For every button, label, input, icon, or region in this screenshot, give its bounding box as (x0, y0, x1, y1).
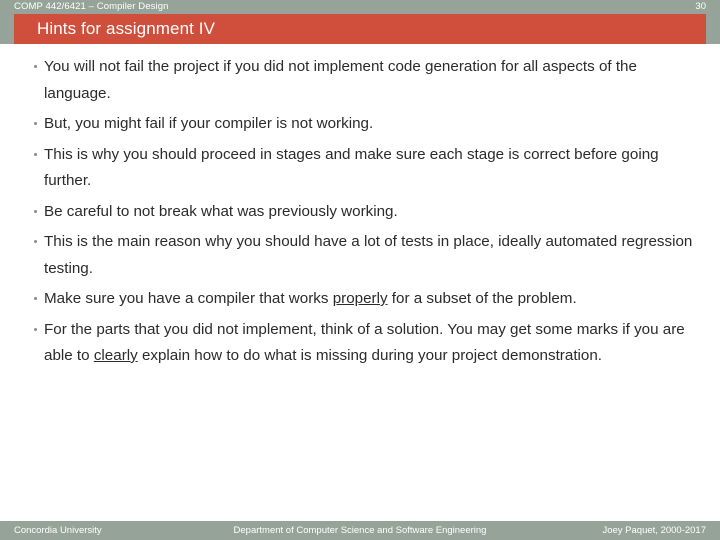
text-run: Be careful to not break what was previou… (44, 202, 398, 220)
slide-content: You will not fail the project if you did… (0, 44, 720, 521)
text-run: This is why you should proceed in stages… (44, 145, 659, 190)
bullet-list: You will not fail the project if you did… (0, 44, 720, 370)
text-run: But, you might fail if your compiler is … (44, 115, 374, 132)
bullet-item: For the parts that you did not implement… (34, 317, 706, 370)
bullet-dot-icon (34, 65, 37, 68)
text-run: explain how to do what is missing during… (137, 347, 603, 364)
text-run: You will not fail the project if you did… (44, 58, 637, 102)
bullet-dot-icon (34, 209, 37, 213)
text-run: for a subset of the problem. (387, 290, 577, 307)
bullet-dot-icon (34, 297, 37, 300)
bullet-item: You will not fail the project if you did… (34, 54, 706, 107)
emphasis-text: clearly (93, 347, 138, 364)
bullet-text: You will not fail the project if you did… (44, 54, 706, 107)
bullet-item: Be careful to not break what was previou… (34, 199, 706, 226)
slide-page-number: 30 (695, 1, 706, 12)
top-header-strip: COMP 442/6421 – Compiler Design 30 (0, 0, 720, 14)
slide-title-banner: Hints for assignment IV (14, 14, 706, 44)
bullet-text: For the parts that you did not implement… (44, 317, 706, 370)
bullet-item: This is the main reason why you should h… (34, 229, 706, 282)
bullet-dot-icon (34, 152, 37, 156)
bullet-dot-icon (34, 327, 37, 331)
bullet-text: This is the main reason why you should h… (44, 229, 706, 282)
slide: COMP 442/6421 – Compiler Design 30 Hints… (0, 0, 720, 540)
bullet-item: Make sure you have a compiler that works… (34, 286, 706, 313)
bullet-dot-icon (34, 240, 37, 243)
text-run: This is the main reason why you should h… (44, 233, 693, 277)
bullet-item: But, you might fail if your compiler is … (34, 111, 706, 138)
emphasis-text: properly (332, 290, 388, 307)
footer-author: Joey Paquet, 2000-2017 (602, 525, 706, 536)
text-run: Make sure you have a compiler that works (44, 290, 333, 307)
bullet-text: Make sure you have a compiler that works… (44, 286, 706, 313)
bullet-text: This is why you should proceed in stages… (44, 142, 706, 195)
bullet-dot-icon (34, 122, 37, 125)
slide-title: Hints for assignment IV (37, 19, 216, 38)
bullet-item: This is why you should proceed in stages… (34, 142, 706, 195)
course-title: COMP 442/6421 – Compiler Design (14, 1, 169, 12)
bullet-text: Be careful to not break what was previou… (44, 199, 706, 226)
slide-footer: Concordia University Department of Compu… (0, 521, 720, 540)
bullet-text: But, you might fail if your compiler is … (44, 111, 706, 138)
